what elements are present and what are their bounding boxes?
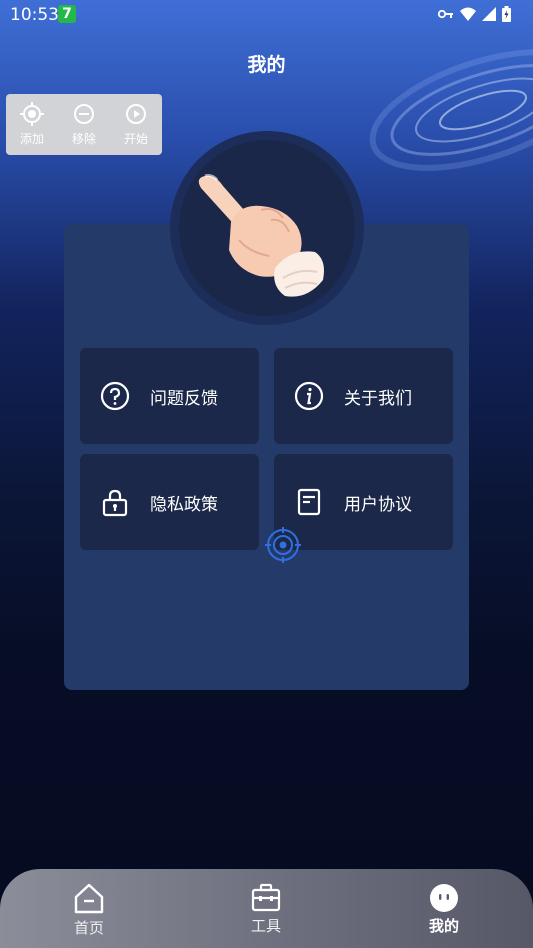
remove-button-label: 移除 [71,132,96,146]
document-icon [294,487,324,517]
status-time: 10:53 [10,5,59,25]
floating-toolbar: 添加 移除 开始 [6,94,162,155]
privacy-policy-label: 隐私政策 [150,494,218,515]
play-circle-icon [126,104,146,124]
profile-face-icon [430,884,458,912]
toolbox-icon [251,883,281,912]
app-notification-badge: 7 [58,5,76,23]
key-icon [438,9,453,19]
start-button[interactable]: 开始 [110,94,162,155]
tab-tools-label: 工具 [250,917,281,935]
minus-circle-icon [74,104,94,124]
about-us-button[interactable]: 关于我们 [274,348,453,444]
tab-mine[interactable]: 我的 [384,869,504,948]
status-bar: 10:53 7 [0,0,533,30]
signal-icon [482,7,496,21]
add-button-label: 添加 [19,132,44,146]
crosshair-icon [20,102,44,126]
avatar[interactable] [179,140,355,316]
bottom-tab-bar: 首页 工具 我的 [0,869,533,948]
question-circle-icon [100,381,130,411]
user-agreement-label: 用户协议 [344,494,412,515]
wifi-icon [460,7,476,21]
feedback-label: 问题反馈 [150,388,218,409]
target-crosshair-icon[interactable] [265,527,301,563]
pointing-hand-icon [198,174,324,297]
feedback-button[interactable]: 问题反馈 [80,348,259,444]
start-button-label: 开始 [123,132,148,146]
tab-home-label: 首页 [73,919,104,937]
status-icons [438,6,511,22]
privacy-policy-button[interactable]: 隐私政策 [80,454,259,550]
tab-mine-label: 我的 [428,917,459,935]
lock-icon [100,487,130,517]
add-button[interactable]: 添加 [6,94,58,155]
about-us-label: 关于我们 [344,388,412,409]
tab-home[interactable]: 首页 [29,869,149,948]
battery-icon [502,6,511,22]
page-title: 我的 [247,54,286,76]
info-circle-icon [294,381,324,411]
tab-tools[interactable]: 工具 [206,869,326,948]
remove-button[interactable]: 移除 [58,94,110,155]
home-icon [74,883,104,914]
